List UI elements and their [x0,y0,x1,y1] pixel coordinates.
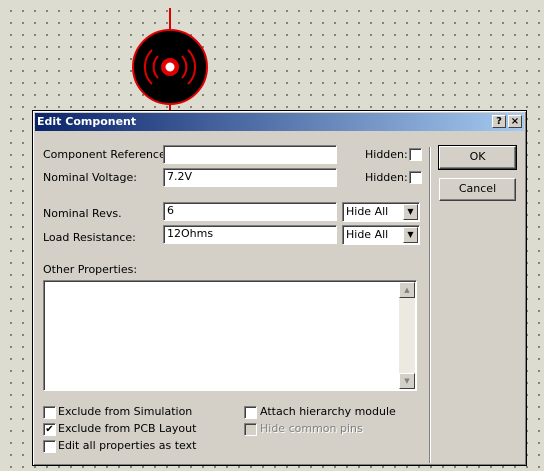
exclude-simulation-label: Exclude from Simulation [58,405,193,418]
help-button[interactable]: ? [492,115,506,128]
visibility-value: Hide All [346,228,389,241]
visibility-value: Hide All [346,205,389,218]
hide-common-pins-checkbox [244,423,257,436]
motor-symbol[interactable] [128,0,212,112]
hide-common-pins-label: Hide common pins [260,422,363,435]
hidden-label-voltage: Hidden: [365,171,408,184]
load-resistance-label: Load Resistance: [43,231,136,244]
vertical-divider [429,147,431,463]
nominal-revs-label: Nominal Revs. [43,207,122,220]
close-button[interactable]: × [508,115,522,128]
edit-component-dialog: Edit Component ? × Component Reference: … [32,110,527,466]
check-mark-icon: ✔ [45,424,54,435]
chevron-down-icon[interactable]: ▼ [403,227,418,243]
edit-all-text-checkbox[interactable] [43,440,56,453]
hidden-checkbox-voltage[interactable] [409,171,422,184]
component-reference-label: Component Reference: [43,148,170,161]
nominal-revs-input[interactable]: 6 [163,202,337,221]
nominal-voltage-input[interactable]: 7.2V [163,168,337,187]
dialog-title: Edit Component [37,115,137,128]
hidden-label-reference: Hidden: [365,148,408,161]
exclude-simulation-checkbox[interactable] [43,406,56,419]
nominal-revs-visibility-select[interactable]: Hide All ▼ [342,202,420,222]
scroll-up-icon[interactable]: ▲ [399,282,415,298]
load-resistance-input[interactable]: 12Ohms [163,225,337,244]
attach-hierarchy-checkbox[interactable] [244,406,257,419]
component-reference-input[interactable] [163,145,337,164]
hidden-checkbox-reference[interactable] [409,148,422,161]
title-bar[interactable]: Edit Component ? × [35,113,524,131]
chevron-down-icon[interactable]: ▼ [403,204,418,220]
nominal-voltage-label: Nominal Voltage: [43,171,137,184]
scroll-down-icon[interactable]: ▼ [399,373,415,389]
exclude-pcb-checkbox[interactable]: ✔ [43,423,56,436]
other-properties-label: Other Properties: [43,263,138,276]
exclude-pcb-label: Exclude from PCB Layout [58,422,197,435]
ok-button[interactable]: OK [438,145,517,170]
load-resistance-visibility-select[interactable]: Hide All ▼ [342,225,420,245]
cancel-button[interactable]: Cancel [439,178,516,201]
other-properties-textarea[interactable]: ▲ ▼ [43,280,417,391]
vertical-scrollbar[interactable]: ▲ ▼ [399,282,415,389]
edit-all-text-label: Edit all properties as text [58,439,197,452]
attach-hierarchy-label: Attach hierarchy module [260,405,396,418]
